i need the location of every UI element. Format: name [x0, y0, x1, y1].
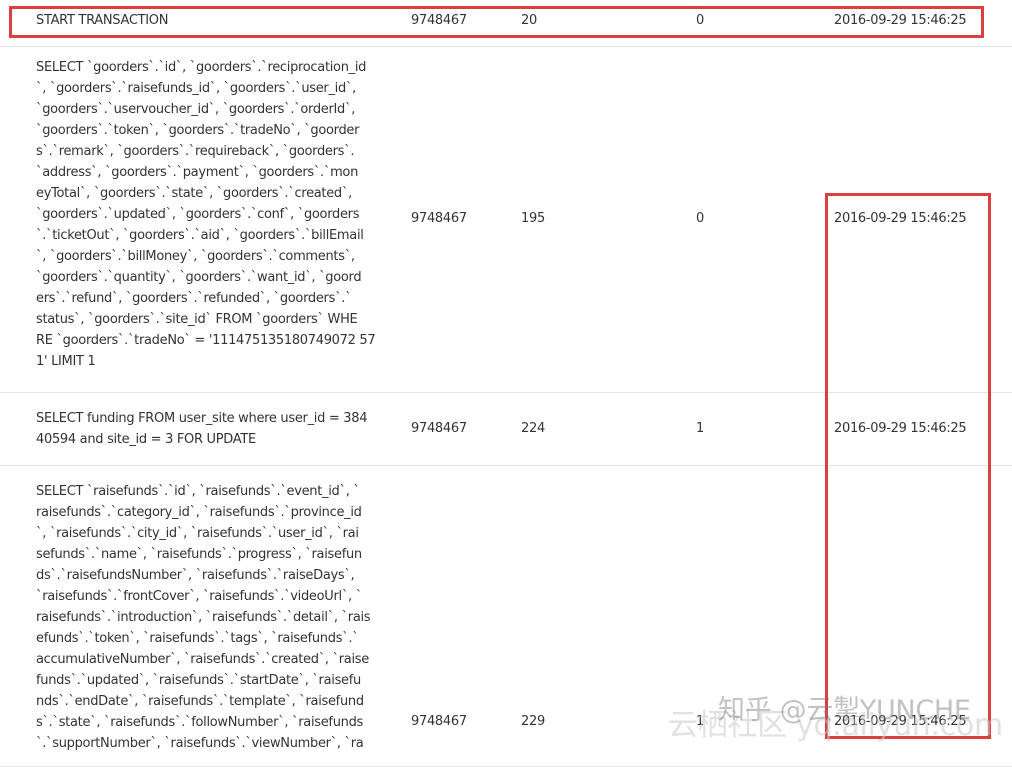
sql-line: s`.`remark`, `goorders`.`requireback`, `…: [36, 144, 355, 159]
date-cell: 2016-09-29 15:46:25: [834, 13, 967, 28]
sql-cell: SELECT `raisefunds`.`id`, `raisefunds`.`…: [36, 481, 371, 754]
sql-line: ers`.`refund`, `goorders`.`refunded`, `g…: [36, 291, 352, 306]
thread-id-cell: 9748467: [411, 13, 467, 28]
thread-id-cell: 9748467: [411, 714, 467, 729]
sql-line: funds`.`updated`, `raisefunds`.`startDat…: [36, 673, 361, 688]
sql-line: `address`, `goorders`.`payment`, `goorde…: [36, 165, 359, 180]
sql-cell: START TRANSACTION: [36, 10, 168, 31]
sql-line: raisefunds`.`category_id`, `raisefunds`.…: [36, 505, 362, 520]
sql-line: START TRANSACTION: [36, 13, 169, 28]
sql-line: `.`ticketOut`, `goorders`.`aid`, `goorde…: [36, 228, 364, 243]
table-row[interactable]: SELECT `goorders`.`id`, `goorders`.`reci…: [0, 47, 1012, 393]
sql-line: status`, `goorders`.`site_id` FROM `goor…: [36, 312, 358, 327]
sql-line: 1' LIMIT 1: [36, 354, 96, 369]
sql-line: nds`.`endDate`, `raisefunds`.`template`,…: [36, 694, 364, 709]
sql-line: s`.`state`, `raisefunds`.`followNumber`,…: [36, 715, 364, 730]
sql-line: 40594 and site_id = 3 FOR UPDATE: [36, 432, 256, 447]
sql-line: eyTotal`, `goorders`.`state`, `goorders`…: [36, 186, 352, 201]
sql-line: `raisefunds`.`frontCover`, `raisefunds`.…: [36, 589, 362, 604]
thread-id-cell: 9748467: [411, 421, 467, 436]
sql-line: `goorders`.`quantity`, `goorders`.`want_…: [36, 270, 362, 285]
table-row[interactable]: SELECT funding FROM user_site where user…: [0, 393, 1012, 466]
sql-line: `, `raisefunds`.`city_id`, `raisefunds`.…: [36, 526, 359, 541]
table-row[interactable]: START TRANSACTION 9748467 20 0 2016-09-29 15…: [0, 0, 1012, 47]
sql-cell: SELECT `goorders`.`id`, `goorders`.`reci…: [36, 57, 376, 372]
date-cell: 2016-09-29 15:46:25: [834, 714, 967, 729]
time-cell: 224: [521, 421, 545, 436]
flag-cell: 1: [696, 714, 704, 729]
date-cell: 2016-09-29 15:46:25: [834, 421, 967, 436]
sql-line: raisefunds`.`introduction`, `raisefunds`…: [36, 610, 371, 625]
time-cell: 20: [521, 13, 537, 28]
sql-line: SELECT funding FROM user_site where user…: [36, 411, 368, 426]
sql-line: `, `goorders`.`billMoney`, `goorders`.`c…: [36, 249, 355, 264]
sql-line: accumulativeNumber`, `raisefunds`.`creat…: [36, 652, 369, 667]
thread-id-cell: 9748467: [411, 211, 467, 226]
date-cell: 2016-09-29 15:46:25: [834, 211, 967, 226]
sql-line: SELECT `raisefunds`.`id`, `raisefunds`.`…: [36, 484, 360, 499]
sql-line: efunds`.`token`, `raisefunds`.`tags`, `r…: [36, 631, 359, 646]
sql-line: `goorders`.`uservoucher_id`, `goorders`.…: [36, 102, 356, 117]
sql-line: sefunds`.`name`, `raisefunds`.`progress`…: [36, 547, 362, 562]
flag-cell: 0: [696, 13, 704, 28]
sql-line: RE `goorders`.`tradeNo` = '1114751351807…: [36, 333, 376, 348]
sql-line: `, `goorders`.`raisefunds_id`, `goorders…: [36, 81, 356, 96]
table-row[interactable]: SELECT `raisefunds`.`id`, `raisefunds`.`…: [0, 466, 1012, 767]
sql-line: ds`.`raisefundsNumber`, `raisefunds`.`ra…: [36, 568, 355, 583]
time-cell: 229: [521, 714, 545, 729]
sql-line: SELECT `goorders`.`id`, `goorders`.`reci…: [36, 60, 367, 75]
sql-cell: SELECT funding FROM user_site where user…: [36, 408, 368, 450]
time-cell: 195: [521, 211, 545, 226]
sql-line: `goorders`.`updated`, `goorders`.`conf`,…: [36, 207, 360, 222]
flag-cell: 0: [696, 211, 704, 226]
sql-line: `goorders`.`token`, `goorders`.`tradeNo`…: [36, 123, 360, 138]
flag-cell: 1: [696, 421, 704, 436]
